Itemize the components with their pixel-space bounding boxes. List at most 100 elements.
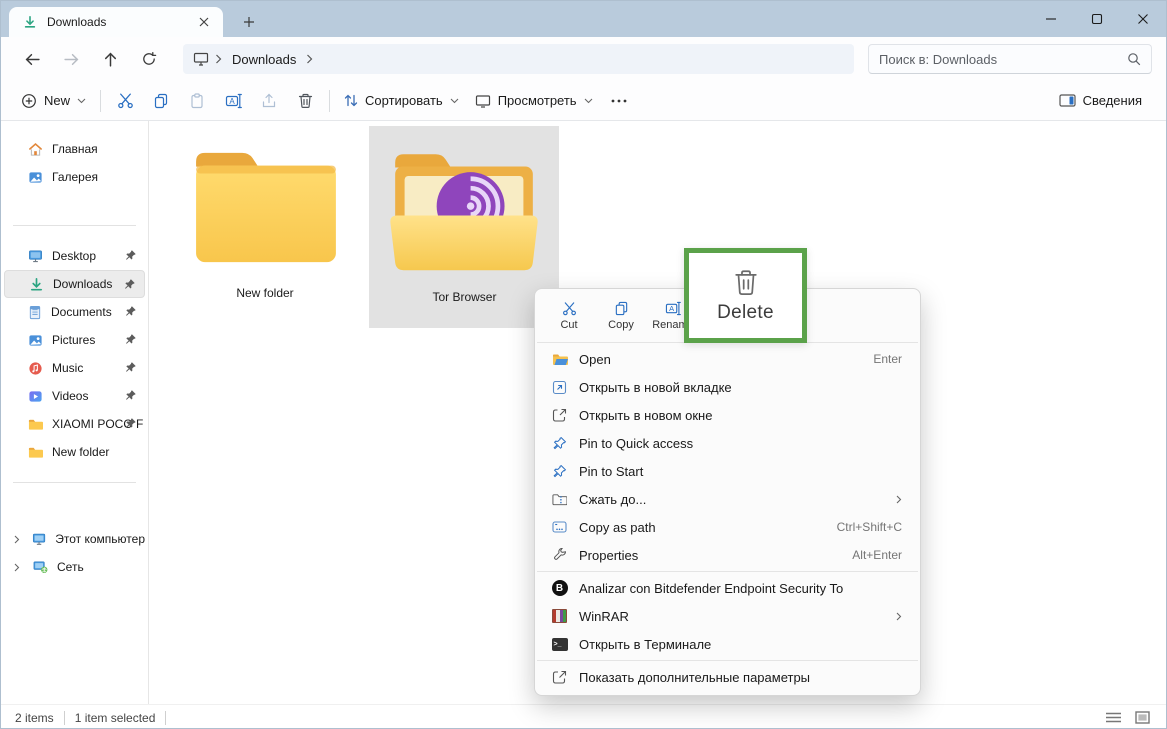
pictures-icon [28, 333, 43, 348]
large-icons-view-icon[interactable] [1135, 711, 1150, 724]
sidebar-item-gallery[interactable]: Галерея [4, 163, 145, 191]
chevron-right-icon[interactable] [10, 563, 24, 572]
pin-icon [125, 305, 137, 317]
chevron-down-icon [450, 98, 459, 104]
copy-as-path-icon [551, 519, 568, 536]
up-button[interactable] [95, 44, 125, 74]
sidebar-item-music[interactable]: Music [4, 354, 145, 382]
folder-icon [186, 142, 344, 270]
command-toolbar: New A Сортировать Просмотреть [1, 81, 1166, 121]
open-new-window-icon [551, 407, 568, 424]
breadcrumb-segment[interactable]: Downloads [232, 52, 296, 67]
menu-item-bitdefender-scan[interactable]: B Analizar con Bitdefender Endpoint Secu… [539, 574, 916, 602]
cut-button[interactable] [107, 86, 143, 116]
new-tab-button[interactable] [237, 10, 261, 34]
sidebar-item-new-folder[interactable]: New folder [4, 438, 145, 466]
downloads-icon [29, 277, 44, 292]
menu-item-open[interactable]: Open Enter [539, 345, 916, 373]
file-tile-new-folder[interactable]: New folder [170, 126, 360, 328]
tab-close-icon[interactable] [195, 13, 213, 31]
refresh-button[interactable] [134, 44, 164, 74]
documents-icon [28, 305, 42, 320]
delete-button[interactable] [287, 86, 323, 116]
sidebar: Главная Галерея Desktop Downloads Doc [1, 121, 149, 704]
delete-annotation-highlight[interactable]: Delete [684, 248, 807, 343]
copy-icon [614, 301, 629, 316]
sidebar-item-documents[interactable]: Documents [4, 298, 145, 326]
menu-item-copy-as-path[interactable]: Copy as path Ctrl+Shift+C [539, 513, 916, 541]
search-icon [1127, 52, 1141, 66]
rename-icon: A [665, 301, 681, 316]
menu-item-pin-quick-access[interactable]: Pin to Quick access [539, 429, 916, 457]
tab-downloads[interactable]: Downloads [9, 7, 223, 37]
pin-icon [125, 249, 137, 261]
menu-item-show-more-options[interactable]: Показать дополнительные параметры [539, 663, 916, 691]
bitdefender-icon: B [551, 580, 568, 597]
menu-item-properties[interactable]: Properties Alt+Enter [539, 541, 916, 569]
wrench-icon [551, 547, 568, 564]
menu-divider [537, 660, 918, 661]
status-separator [165, 711, 166, 725]
sort-button[interactable]: Сортировать [336, 88, 467, 113]
copy-button[interactable] [143, 86, 179, 116]
menu-item-pin-to-start[interactable]: Pin to Start [539, 457, 916, 485]
sidebar-item-videos[interactable]: Videos [4, 382, 145, 410]
menu-item-winrar[interactable]: WinRAR [539, 602, 916, 630]
chevron-right-icon[interactable] [10, 535, 23, 544]
quick-cut-button[interactable]: Cut [545, 294, 593, 338]
maximize-button[interactable] [1074, 1, 1120, 37]
sidebar-item-label: Documents [51, 305, 112, 319]
sidebar-item-desktop[interactable]: Desktop [4, 242, 145, 270]
sidebar-item-this-pc[interactable]: Этот компьютер [4, 525, 145, 553]
rename-button[interactable]: A [215, 86, 251, 116]
svg-text:A: A [229, 96, 235, 105]
pin-icon [551, 435, 568, 452]
menu-item-open-new-tab[interactable]: Открыть в новой вкладке [539, 373, 916, 401]
menu-item-label: WinRAR [579, 609, 886, 624]
new-button[interactable]: New [13, 88, 94, 114]
paste-button[interactable] [179, 86, 215, 116]
chevron-down-icon [584, 98, 593, 104]
sidebar-item-label: Этот компьютер [55, 532, 145, 546]
file-name: New folder [236, 286, 293, 300]
more-options-button[interactable] [601, 86, 637, 116]
sidebar-item-downloads[interactable]: Downloads [4, 270, 145, 298]
menu-item-open-new-window[interactable]: Открыть в новом окне [539, 401, 916, 429]
back-button[interactable] [17, 44, 47, 74]
monitor-icon [193, 52, 209, 66]
quick-copy-button[interactable]: Copy [597, 294, 645, 338]
forward-button[interactable] [56, 44, 86, 74]
status-separator [64, 711, 65, 725]
file-tile-tor-browser[interactable]: Tor Browser [369, 126, 559, 328]
sidebar-item-label: Pictures [52, 333, 95, 347]
search-input[interactable] [879, 52, 1127, 67]
menu-item-label: Показать дополнительные параметры [579, 670, 902, 685]
quick-action-label: Cut [560, 319, 577, 331]
close-button[interactable] [1120, 1, 1166, 37]
view-button[interactable]: Просмотреть [467, 88, 601, 113]
compress-zip-icon [551, 491, 568, 508]
quick-action-label: Copy [608, 319, 634, 331]
menu-item-open-in-terminal[interactable]: >_ Открыть в Терминале [539, 630, 916, 658]
file-name: Tor Browser [432, 290, 496, 304]
open-new-tab-icon [551, 379, 568, 396]
minimize-button[interactable] [1028, 1, 1074, 37]
menu-item-compress-to[interactable]: Сжать до... [539, 485, 916, 513]
trash-icon [732, 268, 760, 298]
list-view-icon[interactable] [1106, 712, 1121, 723]
sidebar-item-network[interactable]: Сеть [4, 553, 145, 581]
sort-icon [344, 93, 358, 108]
sidebar-item-label: New folder [52, 445, 109, 459]
sidebar-item-home[interactable]: Главная [4, 135, 145, 163]
window-controls [1028, 1, 1166, 37]
details-pane-button[interactable]: Сведения [1051, 88, 1150, 113]
breadcrumb[interactable]: Downloads [183, 44, 854, 74]
share-button[interactable] [251, 86, 287, 116]
search-box[interactable] [868, 44, 1152, 74]
sidebar-item-label: Галерея [52, 170, 98, 184]
folder-tor-icon [383, 142, 545, 274]
menu-shortcut: Enter [873, 352, 902, 366]
sidebar-item-xiaomi-poco[interactable]: XIAOMI POCO F [4, 410, 145, 438]
sidebar-item-pictures[interactable]: Pictures [4, 326, 145, 354]
winrar-icon [551, 608, 568, 625]
